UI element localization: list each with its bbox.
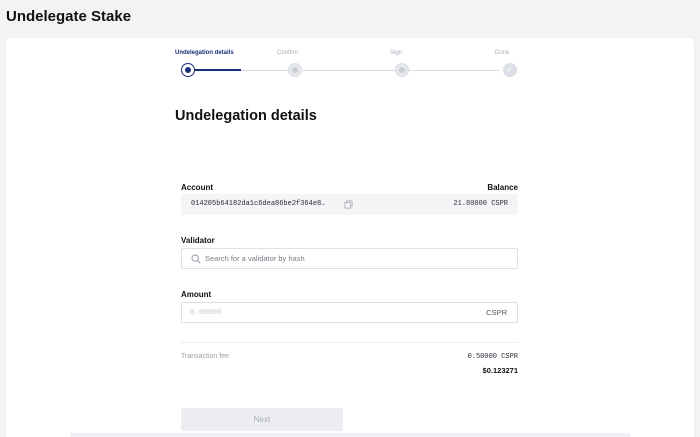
step-label-sign: Sign [390, 50, 403, 56]
page-title: Undelegate Stake [6, 8, 132, 25]
account-hash: 014205b64182da1c6dea86be2f364e8… [191, 200, 326, 208]
section-title: Undelegation details [175, 108, 317, 124]
next-button[interactable]: Next [181, 408, 343, 431]
balance-label: Balance [487, 183, 518, 192]
step-progress-line [189, 69, 241, 71]
validator-search-input[interactable] [205, 249, 505, 268]
account-label: Account [181, 183, 213, 192]
step-dot-sign [395, 63, 409, 77]
footer-strip [70, 433, 630, 437]
amount-input[interactable] [190, 303, 470, 322]
amount-box: CSPR [181, 302, 518, 323]
undelegate-card [6, 38, 694, 437]
step-dot-confirm [288, 63, 302, 77]
account-balance: 21.80000 CSPR [453, 200, 508, 208]
step-label-details: Undelegation details [175, 50, 234, 56]
search-icon [191, 254, 201, 264]
validator-label: Validator [181, 236, 215, 245]
copy-icon[interactable] [344, 200, 353, 209]
transaction-fee-label: Transaction fee [181, 353, 229, 360]
step-dot-done: ✓ [503, 63, 517, 77]
step-dot-details [181, 63, 195, 77]
amount-label: Amount [181, 290, 212, 299]
check-icon: ✓ [506, 65, 513, 74]
amount-unit: CSPR [486, 308, 507, 317]
step-track-line [241, 70, 499, 71]
validator-search-box [181, 248, 518, 269]
step-label-confirm: Confirm [277, 50, 299, 56]
stepper: Undelegation details Confirm Sign Done ✓ [175, 50, 517, 80]
transaction-fee-usd: $0.123271 [482, 366, 518, 375]
transaction-fee-cspr: 0.50000 CSPR [467, 353, 518, 361]
step-label-done: Done [495, 50, 510, 56]
divider [181, 342, 518, 343]
account-box: 014205b64182da1c6dea86be2f364e8… 21.8000… [181, 194, 518, 215]
